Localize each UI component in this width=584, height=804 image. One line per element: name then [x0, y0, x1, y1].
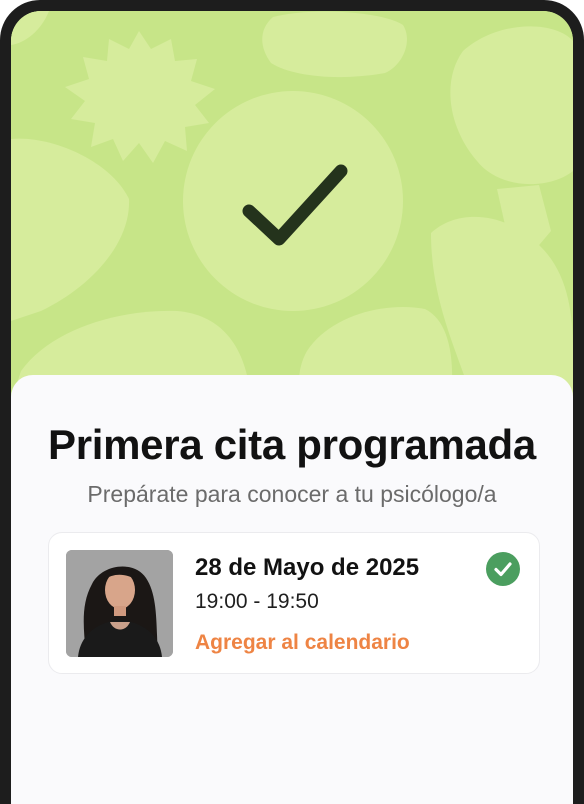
page-title: Primera cita programada: [48, 421, 536, 468]
check-circle-icon: [486, 552, 520, 586]
app-screen: Primera cita programada Prepárate para c…: [11, 11, 573, 804]
hero-illustration: [11, 11, 573, 431]
success-hero: [11, 11, 573, 431]
blob-shape-top: [262, 11, 407, 78]
psychologist-avatar: [66, 550, 173, 657]
person-photo-icon: [66, 550, 173, 657]
confirmation-sheet: Primera cita programada Prepárate para c…: [11, 375, 573, 804]
page-subtitle: Prepárate para conocer a tu psicólogo/a: [87, 481, 497, 507]
appointment-card: 28 de Mayo de 2025 19:00 - 19:50 Agregar…: [48, 532, 540, 674]
appointment-time: 19:00 - 19:50: [195, 590, 319, 613]
appointment-date: 28 de Mayo de 2025: [195, 554, 420, 581]
device-frame: Primera cita programada Prepárate para c…: [0, 0, 584, 804]
success-circle: [183, 91, 403, 311]
add-to-calendar-link[interactable]: Agregar al calendario: [195, 631, 410, 655]
